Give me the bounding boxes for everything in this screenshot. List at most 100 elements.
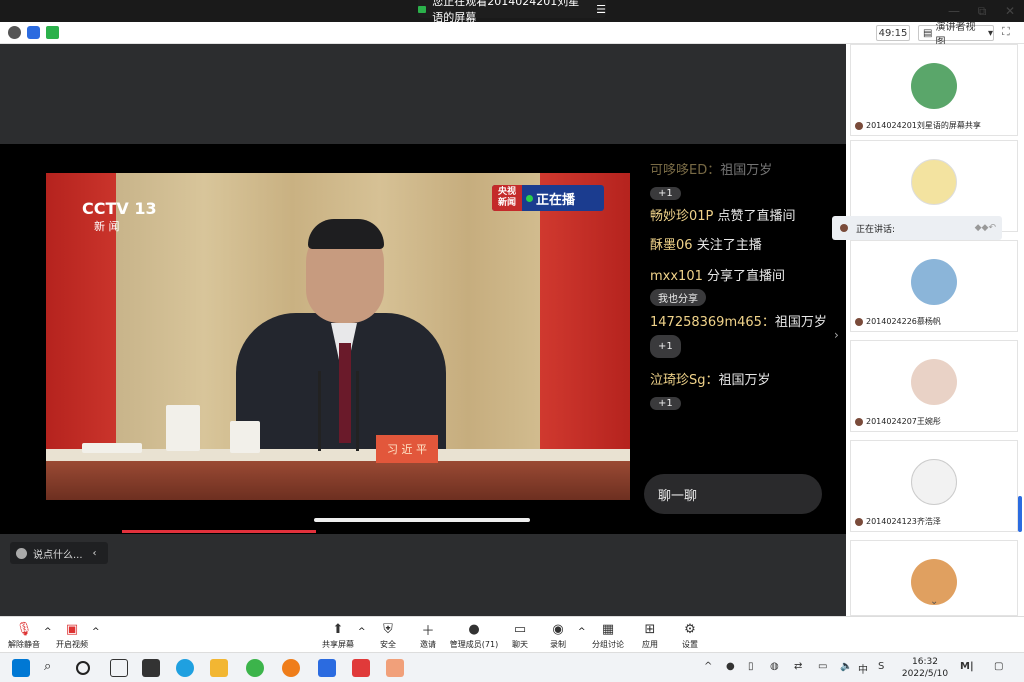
microphone-icon — [356, 371, 359, 451]
plus-one-chip[interactable]: +1 — [650, 335, 681, 358]
nameplate: 习 近 平 — [376, 435, 438, 463]
microphone-icon — [318, 371, 321, 451]
apps-icon: ⊞ — [644, 621, 656, 637]
uc-browser-icon[interactable] — [282, 659, 300, 677]
participant-tile[interactable]: 2014024123齐浩泽 — [850, 440, 1018, 532]
ime-logo-icon[interactable]: M| — [960, 661, 974, 672]
task-view-icon[interactable] — [110, 659, 128, 677]
browser-icon[interactable] — [246, 659, 264, 677]
avatar-mini-icon — [855, 517, 863, 526]
volume-icon[interactable]: 🔈 — [840, 661, 852, 672]
speaker-hair — [308, 219, 384, 249]
chat-user: 147258369m465： — [650, 315, 775, 330]
info-icon[interactable] — [8, 26, 21, 39]
avatar — [911, 259, 957, 305]
clock-date: 2022/5/10 — [901, 669, 949, 679]
participant-label: 2014024201刘星语的屏幕共享 — [855, 120, 981, 131]
windows-start-icon[interactable] — [12, 659, 30, 677]
participant-tile[interactable]: 2014024207王婉彤 — [850, 340, 1018, 432]
viewing-banner[interactable]: 您正在观看2014024201刘星语的屏幕 ☰ — [418, 0, 606, 24]
chat-message: 畅妙珍01P 点赞了直播间 — [650, 206, 830, 227]
network-icon[interactable]: ▯ — [748, 661, 754, 672]
speaker-avatar-icon — [840, 224, 848, 232]
layout-icon: ▤ — [923, 27, 933, 39]
control-label: 设置 — [682, 640, 698, 649]
windows-taskbar: ⌕ ^ ● ▯ ◍ ⇄ ▭ 🔈 中 S 16:32 2022/5/10 M| ▢ — [0, 652, 1024, 682]
apps-grid-icon[interactable] — [142, 659, 160, 677]
control-label: 聊天 — [512, 640, 528, 649]
participant-tile[interactable]: 2014024201刘星语的屏幕共享 — [850, 44, 1018, 136]
clock-time: 16:32 — [912, 657, 938, 667]
plus-one-chip[interactable]: +1 — [650, 187, 681, 200]
live-dot-icon — [526, 194, 533, 202]
chevron-left-icon[interactable]: ‹ — [93, 548, 97, 559]
wps-icon[interactable] — [352, 659, 370, 677]
participant-tile[interactable]: 2014024226慕杨帆 — [850, 240, 1018, 332]
participant-name: 2014024207王婉彤 — [866, 417, 941, 426]
desk-front — [46, 461, 630, 500]
participant-panel: ⌃ 2014024201刘星语的屏幕共享 2014024226慕杨帆 20140… — [846, 44, 1024, 616]
participant-name: 2014024226慕杨帆 — [866, 317, 941, 326]
chevron-right-icon[interactable]: › — [834, 328, 839, 342]
channel-sub: 新 闻 — [94, 220, 120, 233]
close-button[interactable]: ✕ — [996, 0, 1024, 22]
live-stream-player[interactable]: 习 近 平 CCTV 13 新 闻 央视 新闻 正在播 可哆哆ED：祖国万岁 +… — [0, 144, 846, 534]
control-label: 共享屏幕 — [322, 640, 354, 649]
control-label: 安全 — [380, 640, 396, 649]
audio-wave-icon: ◆◆↶ — [974, 223, 996, 233]
chevron-up-icon[interactable]: ^ — [92, 627, 100, 637]
camera-icon — [418, 5, 427, 13]
breakout-icon: ▦ — [601, 621, 615, 637]
plus-one-chip[interactable]: +1 — [650, 397, 681, 410]
paper-stack — [82, 443, 142, 453]
system-clock[interactable]: 16:32 2022/5/10 — [900, 656, 950, 680]
edge-icon[interactable] — [176, 659, 194, 677]
video-off-icon: ▣ — [65, 621, 79, 637]
emoji-icon[interactable] — [16, 547, 27, 559]
tray-app-icon[interactable]: S — [878, 661, 884, 672]
cortana-icon[interactable] — [76, 661, 90, 675]
signal-icon[interactable] — [46, 26, 59, 39]
chat-text: 关注了主播 — [696, 238, 762, 253]
live-chat-feed[interactable]: 可哆哆ED：祖国万岁 +1 畅妙珍01P 点赞了直播间 酥墨06 关注了主播 m… — [650, 160, 830, 416]
settings-button[interactable]: ⚙ 设置 — [660, 621, 720, 650]
channel-logo: CCTV 13 新 闻 — [82, 199, 157, 234]
playback-progress — [122, 530, 316, 533]
share-too-chip[interactable]: 我也分享 — [650, 289, 706, 306]
shield-icon[interactable] — [27, 26, 40, 39]
share-screen-icon: ⬆ — [332, 621, 344, 637]
app-window: 您正在观看2014024201刘星语的屏幕 ☰ — ⧉ ✕ 49:15 ▤ 演讲… — [0, 0, 1024, 682]
tea-cup — [166, 405, 200, 451]
tray-app-icon[interactable]: ◍ — [770, 661, 779, 672]
scroll-handle[interactable] — [314, 518, 530, 522]
control-label: 应用 — [642, 640, 658, 649]
tray-app-icon[interactable]: ● — [726, 661, 735, 672]
chat-text: 祖国万岁 — [718, 373, 771, 388]
view-switch-button[interactable]: ▤ 演讲者视图 ▾ — [918, 22, 994, 48]
chevron-down-icon[interactable]: ⌄ — [930, 596, 938, 607]
live-brand-top: 央视 — [497, 187, 516, 197]
comment-box[interactable]: 说点什么... ‹ — [10, 542, 108, 564]
tencent-meeting-icon[interactable] — [318, 659, 336, 677]
file-explorer-icon[interactable] — [210, 659, 228, 677]
fullscreen-icon[interactable]: ⛶ — [1002, 25, 1018, 41]
panel-scrollbar[interactable] — [1018, 496, 1022, 532]
restore-button[interactable]: ⧉ — [968, 0, 996, 22]
ime-indicator[interactable]: 中 — [858, 661, 868, 676]
battery-icon[interactable]: ▭ — [818, 661, 827, 672]
chat-message: 147258369m465：祖国万岁 +1 — [650, 312, 830, 364]
chevron-up-icon[interactable]: ^ — [704, 661, 712, 672]
banner-text: 您正在观看2014024201刘星语的屏幕 — [432, 0, 580, 24]
live-video[interactable]: 习 近 平 CCTV 13 新 闻 央视 新闻 正在播 — [46, 173, 630, 500]
active-app-icon[interactable] — [386, 659, 404, 677]
tray-app-icon[interactable]: ⇄ — [794, 661, 802, 672]
minimize-button[interactable]: — — [940, 0, 968, 22]
live-badge: 央视 新闻 正在播 — [492, 185, 604, 211]
search-icon[interactable]: ⌕ — [44, 659, 62, 677]
chat-user: mxx101 — [650, 269, 703, 284]
control-label: 解除静音 — [8, 640, 40, 649]
live-brand-bottom: 新闻 — [497, 198, 516, 208]
menu-icon[interactable]: ☰ — [596, 3, 606, 16]
chat-input-button[interactable]: 聊一聊 — [644, 474, 822, 514]
notification-icon[interactable]: ▢ — [994, 661, 1003, 672]
